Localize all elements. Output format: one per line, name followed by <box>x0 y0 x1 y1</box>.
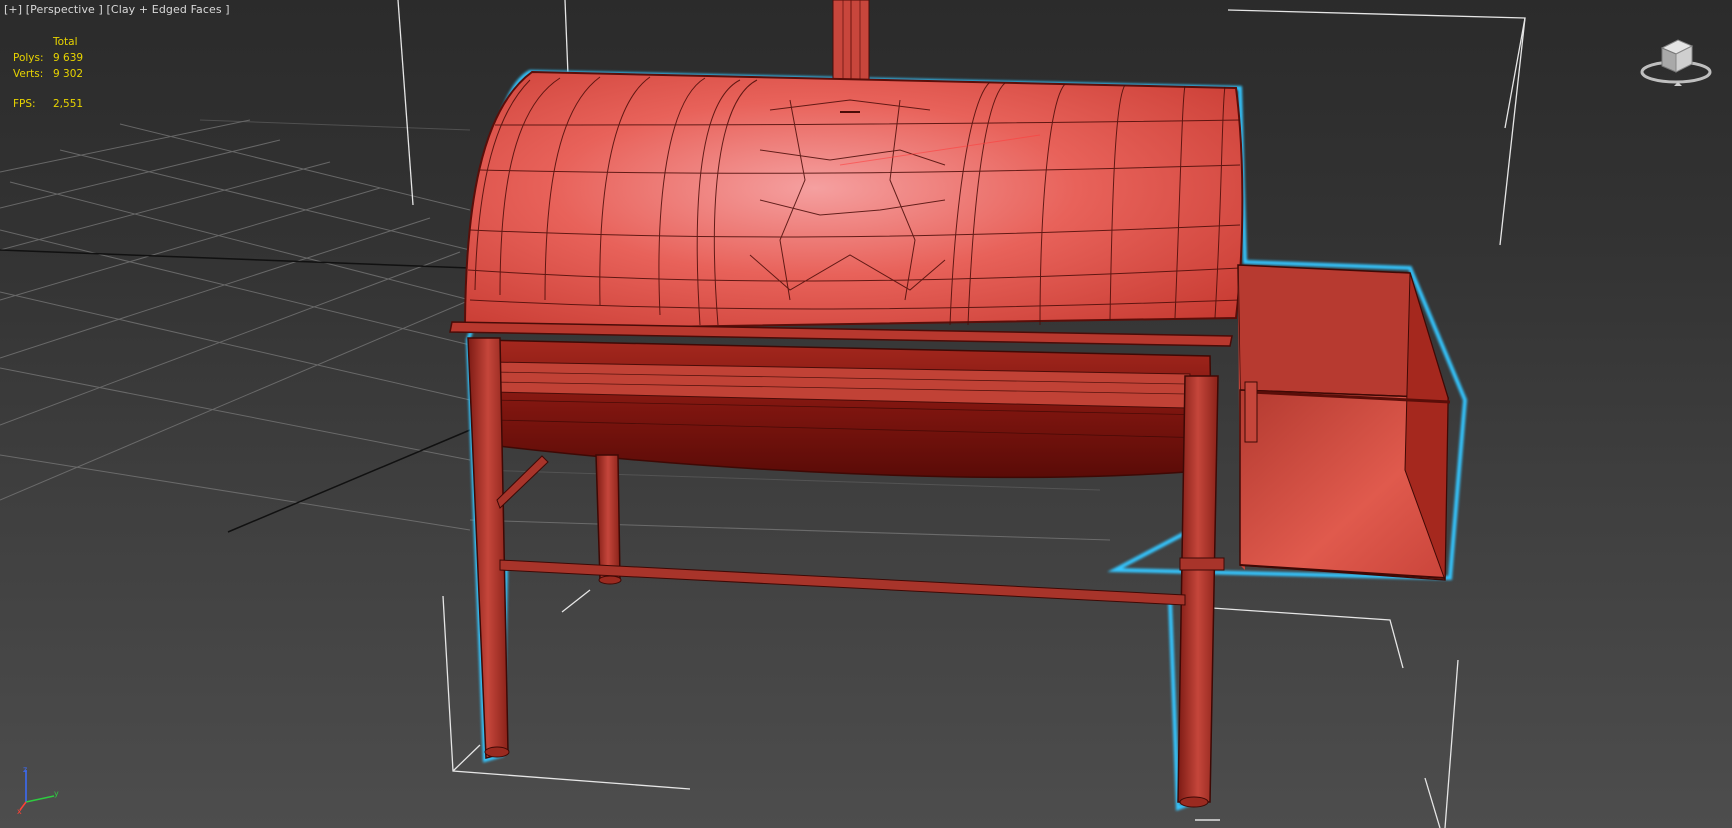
side-tray <box>1237 264 1451 581</box>
stats-fps-label: FPS: <box>13 98 36 110</box>
grid-axis-line <box>0 249 471 269</box>
stats-fps-row: FPS: 2,551 <box>13 96 83 112</box>
stats-fps-value: 2,551 <box>53 98 84 110</box>
viewport-general-menu[interactable]: [+] <box>4 3 22 16</box>
viewport-shading-menu[interactable]: [Clay + Edged Faces ] <box>107 3 230 16</box>
viewcube-icon[interactable] <box>1638 30 1714 92</box>
grill-lid <box>464 70 1244 332</box>
perspective-viewport[interactable]: [+] [Perspective ] [Clay + Edged Faces ]… <box>0 0 1732 828</box>
viewport-statistics: Total Polys: 9 639 Verts: 9 302 FPS: 2,5… <box>13 34 83 112</box>
svg-text:y: y <box>54 789 59 798</box>
scene-canvas[interactable] <box>0 0 1732 828</box>
stats-polys-label: Polys: <box>13 52 44 64</box>
stats-verts-label: Verts: <box>13 68 44 80</box>
svg-text:z: z <box>23 765 27 774</box>
stats-verts-value: 9 302 <box>53 68 84 80</box>
stats-verts-row: Verts: 9 302 <box>13 66 83 82</box>
viewport-label: [+] [Perspective ] [Clay + Edged Faces ] <box>4 3 230 16</box>
grill-body <box>477 339 1213 479</box>
grid-axis-line-2 <box>227 429 471 533</box>
stats-polys-row: Polys: 9 639 <box>13 50 83 66</box>
stats-header: Total <box>53 36 78 48</box>
viewport-point-of-view-menu[interactable]: [Perspective ] <box>26 3 103 16</box>
stats-polys-value: 9 639 <box>53 52 84 64</box>
svg-text:x: x <box>17 807 22 814</box>
axis-tripod-icon: z y x <box>14 764 64 816</box>
